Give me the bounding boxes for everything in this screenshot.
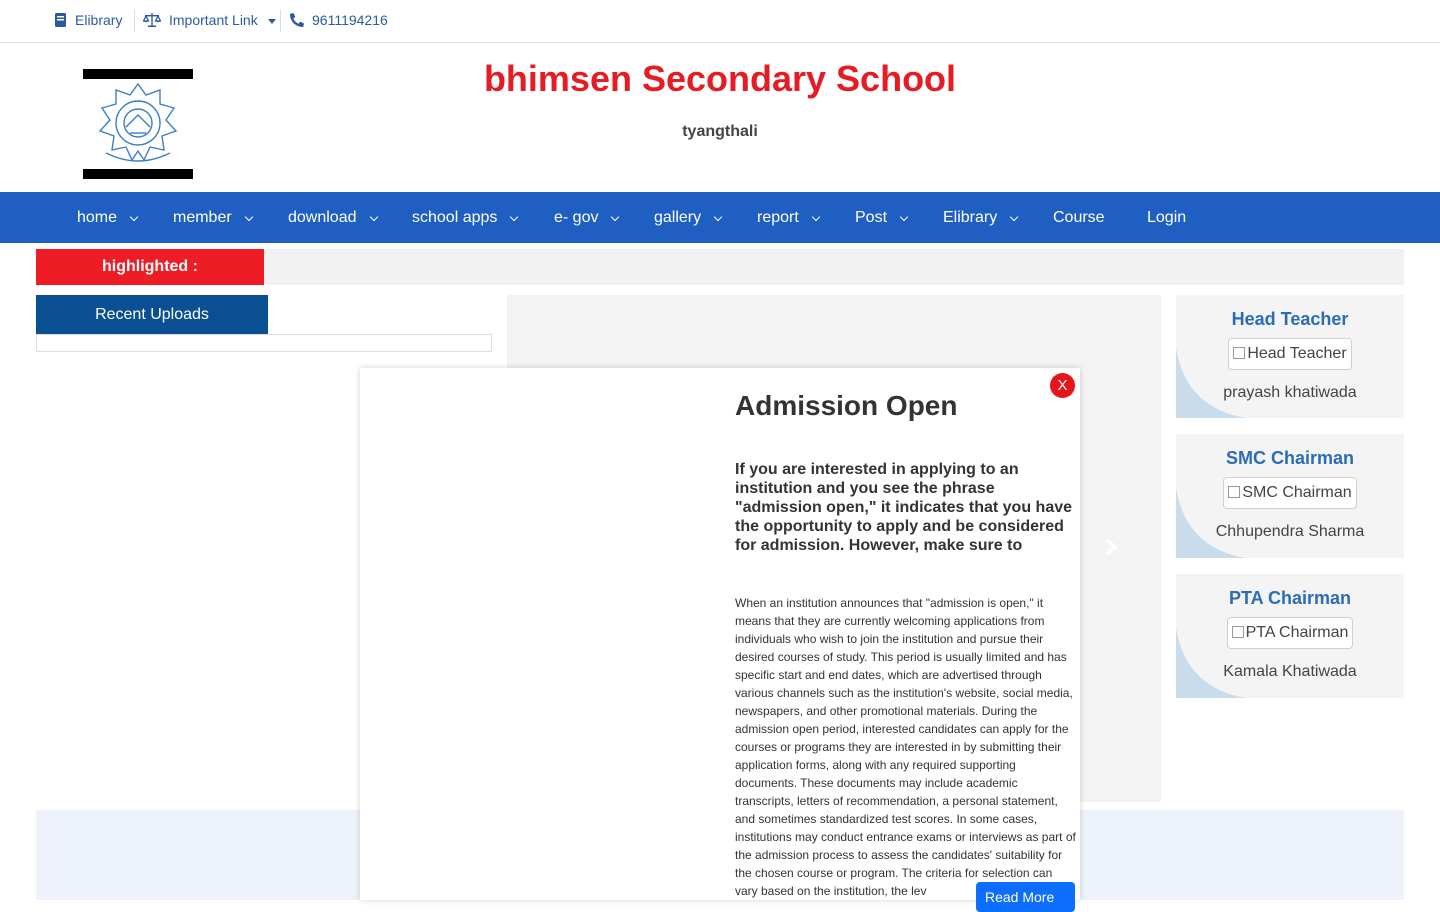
recent-uploads-list — [36, 334, 492, 352]
phone-link[interactable]: 9611194216 — [290, 12, 388, 28]
nav-label: Course — [1053, 209, 1105, 226]
nav-label: member — [173, 209, 232, 226]
caret-down-icon — [267, 18, 276, 24]
nav-home[interactable]: home — [77, 209, 139, 227]
nav-elibrary[interactable]: Elibrary — [943, 209, 1019, 227]
nav-label: report — [757, 209, 799, 226]
divider — [280, 10, 281, 32]
nav-member[interactable]: member — [173, 209, 253, 227]
nav-label: gallery — [654, 209, 702, 226]
smc-chairman-card: SMC Chairman SMC Chairman Chhupendra Sha… — [1176, 434, 1404, 558]
card-title: SMC Chairman — [1225, 448, 1355, 468]
broken-image-icon — [1228, 486, 1241, 498]
nav-login[interactable]: Login — [1147, 209, 1186, 227]
smc-chairman-photo: SMC Chairman — [1223, 477, 1357, 509]
chevron-down-icon — [369, 212, 378, 222]
image-alt-text: Head Teacher — [1247, 345, 1347, 362]
card-person-name: prayash khatiwada — [1223, 384, 1357, 401]
card-person-name: Kamala Khatiwada — [1223, 663, 1357, 680]
popup-body: When an institution announces that "admi… — [735, 596, 1076, 898]
top-bar: Elibrary Important Link 9611194216 — [0, 0, 1440, 43]
chevron-down-icon — [244, 212, 253, 222]
head-teacher-card: Head Teacher Head Teacher prayash khatiw… — [1176, 295, 1404, 418]
card-title: PTA Chairman — [1228, 588, 1352, 608]
chevron-down-icon — [510, 212, 519, 222]
chevron-right-icon[interactable] — [1104, 538, 1118, 556]
elibrary-label: Elibrary — [75, 12, 123, 28]
recent-uploads-tab[interactable]: Recent Uploads — [36, 295, 268, 335]
important-link-dropdown[interactable]: Important Link — [143, 12, 276, 28]
nav-label: Login — [1147, 209, 1187, 226]
nav-label: Post — [855, 209, 888, 226]
broken-image-icon — [1231, 626, 1244, 638]
important-link-label: Important Link — [169, 12, 258, 28]
phone-icon — [290, 13, 304, 27]
divider — [134, 10, 135, 32]
phone-number: 9611194216 — [312, 12, 388, 28]
read-more-button[interactable]: Read More — [976, 882, 1075, 912]
nav-label: download — [288, 209, 357, 226]
chevron-down-icon — [129, 212, 139, 222]
nav-download[interactable]: download — [288, 209, 378, 227]
school-name: bhimsen Secondary School — [483, 58, 957, 99]
nav-label: e- gov — [554, 209, 599, 226]
nav-course[interactable]: Course — [1053, 209, 1105, 227]
nav-label: Elibrary — [943, 209, 998, 226]
popup-title: Admission Open — [735, 390, 958, 421]
chevron-down-icon — [1009, 212, 1019, 222]
elibrary-link[interactable]: Elibrary — [54, 12, 122, 28]
nav-label: school apps — [412, 209, 498, 226]
chevron-down-icon — [899, 212, 909, 222]
pta-chairman-card: PTA Chairman PTA Chairman Kamala Khatiwa… — [1176, 574, 1404, 698]
chevron-down-icon — [811, 212, 821, 222]
main-navbar: home member download school apps e- gov … — [0, 192, 1440, 243]
nav-report[interactable]: report — [757, 209, 821, 227]
chevron-down-icon — [713, 212, 723, 222]
close-button[interactable]: X — [1050, 373, 1075, 398]
pta-chairman-photo: PTA Chairman — [1226, 617, 1354, 649]
admission-popup: X Admission Open If you are interested i… — [360, 368, 1080, 912]
nav-e-gov[interactable]: e- gov — [554, 209, 620, 227]
popup-lead: If you are interested in applying to an … — [735, 461, 1073, 554]
highlight-ticker: highlighted : — [36, 249, 1404, 285]
nav-gallery[interactable]: gallery — [654, 209, 723, 227]
image-alt-text: PTA Chairman — [1245, 624, 1349, 641]
head-teacher-photo: Head Teacher — [1228, 338, 1352, 370]
nav-school-apps[interactable]: school apps — [412, 209, 519, 227]
image-alt-text: SMC Chairman — [1242, 484, 1352, 501]
school-location: tyangthali — [682, 123, 758, 140]
broken-image-icon — [1233, 347, 1246, 359]
card-person-name: Chhupendra Sharma — [1215, 523, 1365, 540]
card-title: Head Teacher — [1231, 309, 1349, 329]
scale-icon — [143, 13, 161, 27]
nav-label: home — [77, 209, 118, 226]
highlight-label: highlighted : — [36, 249, 264, 285]
chevron-down-icon — [611, 212, 620, 222]
nav-post[interactable]: Post — [855, 209, 909, 227]
book-icon — [55, 13, 66, 27]
